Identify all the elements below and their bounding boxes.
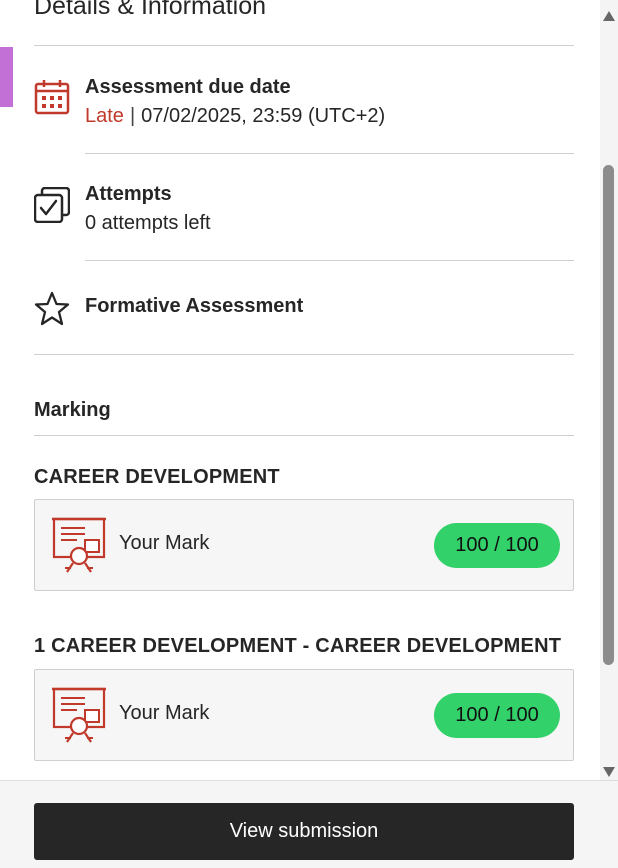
scroll-up-arrow-icon[interactable] xyxy=(603,8,615,21)
your-mark-label: Your Mark xyxy=(119,532,210,554)
section-title: Details & Information xyxy=(34,0,267,20)
mark-group-heading: 1 CAREER DEVELOPMENT - CAREER DEVELOPMEN… xyxy=(34,635,562,657)
marking-heading: Marking xyxy=(34,399,111,421)
formative-title: Formative Assessment xyxy=(85,295,304,317)
formative-row: Formative Assessment xyxy=(34,291,574,327)
left-accent-bar xyxy=(0,47,13,107)
vertical-scrollbar[interactable] xyxy=(600,0,618,780)
due-date-value: Late | 07/02/2025, 23:59 (UTC+2) xyxy=(85,105,385,128)
details-panel: Details & Information Assessment due dat… xyxy=(0,0,600,780)
scrollbar-thumb[interactable] xyxy=(603,165,614,665)
score-badge: 100 / 100 xyxy=(434,693,560,738)
score-badge: 100 / 100 xyxy=(434,523,560,568)
divider xyxy=(34,435,574,436)
view-submission-button[interactable]: View submission xyxy=(34,803,574,860)
mark-card: Your Mark 100 / 100 xyxy=(34,669,574,761)
calendar-icon xyxy=(34,79,70,120)
footer-bar: View submission xyxy=(0,780,618,868)
attempts-checkbox-icon xyxy=(33,186,71,228)
star-icon xyxy=(34,291,70,332)
certificate-icon xyxy=(51,686,107,749)
late-status: Late xyxy=(85,105,124,127)
mark-group-heading: CAREER DEVELOPMENT xyxy=(34,466,280,488)
attempts-value: 0 attempts left xyxy=(85,212,211,234)
attempts-row: Attempts 0 attempts left xyxy=(33,183,574,243)
divider xyxy=(85,260,574,261)
separator: | xyxy=(129,105,136,127)
divider xyxy=(85,153,574,154)
due-date-row: Assessment due date Late | 07/02/2025, 23:… xyxy=(34,76,574,136)
divider xyxy=(34,45,574,46)
mark-card: Your Mark 100 / 100 xyxy=(34,499,574,591)
your-mark-label: Your Mark xyxy=(119,702,210,724)
certificate-icon xyxy=(51,516,107,579)
due-date-title: Assessment due date xyxy=(85,76,291,98)
attempts-title: Attempts xyxy=(85,183,172,205)
scroll-down-arrow-icon[interactable] xyxy=(603,764,615,777)
due-date-text: 07/02/2025, 23:59 (UTC+2) xyxy=(141,105,386,127)
divider xyxy=(34,354,574,355)
